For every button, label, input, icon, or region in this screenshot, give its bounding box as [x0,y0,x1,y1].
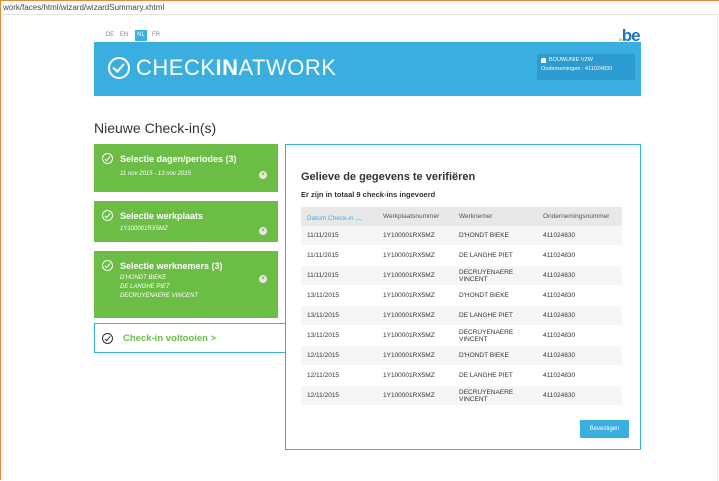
step-detail: 11 nov 2015 - 13 nov 2015 [120,171,191,177]
window-edge [717,15,718,481]
column-header-workplace[interactable]: Werkplaatsnummer [377,207,453,226]
step-employees[interactable]: Selectie werknemers (3) D'HONDT BIEKE DE… [94,251,278,318]
remove-icon[interactable]: × [259,171,267,179]
cell-employee: DE LANGHE PIET [453,245,537,266]
cell-date: 13/11/2015 [301,285,377,306]
cell-employee: DE LANGHE PIET [453,365,537,386]
user-name: BOUWUNIE VZW [549,57,593,63]
cell-workplace: 1Y100001RX5MZ [377,305,453,326]
checkin-table: Datum Check-in ︿ Werkplaatsnummer Werkne… [301,207,622,406]
table-row: 13/11/2015 1Y100001RX5MZ DECRUYENAERE VINC… [301,325,622,346]
lang-fr[interactable]: FR [151,30,161,41]
cell-workplace: 1Y100001RX5MZ [377,385,453,406]
remove-icon[interactable]: × [259,227,267,235]
column-header-date[interactable]: Datum Check-in ︿ [301,207,377,226]
column-header-employee[interactable]: Werknemer [453,207,537,226]
step-detail: D'HONDT BIEKE [120,275,167,281]
table-row: 12/11/2015 1Y100001RX5MZ D'HONDT BIEKE 4110… [301,345,622,366]
cell-employee: D'HONDT BIEKE [453,226,537,246]
cell-date: 12/11/2015 [301,385,377,406]
step-title: Selectie werkplaats [120,211,204,221]
cell-date: 12/11/2015 [301,365,377,386]
sort-icon: ︿ [355,214,362,222]
table-row: 12/11/2015 1Y100001RX5MZ DE LANGHE PIET 411… [301,365,622,386]
step-days[interactable]: Selectie dagen/periodes (3) 11 nov 2015 … [94,144,278,192]
table-row: 11/11/2015 1Y100001RX5MZ DE LANGHE PIET 411… [301,245,622,266]
cell-company: 411024830 [537,325,622,346]
step-complete-checkin[interactable]: Check-in voltooien > [94,323,286,353]
cell-date: 13/11/2015 [301,305,377,326]
cell-company: 411024830 [537,226,622,246]
user-box[interactable]: BOUWUNIE VZW Ondernemingen : 411024830 [537,54,635,80]
company-number: Ondernemingen : 411024830 [541,66,613,72]
cell-company: 411024830 [537,385,622,406]
table-row: 11/11/2015 1Y100001RX5MZ D'HONDT BIEKE 4110… [301,226,622,246]
step-detail: DECRUYENAERE VINCENT [120,293,199,299]
column-header-company[interactable]: Ondernemingsnummer [537,207,622,226]
cell-employee: DECRUYENAERE VINCENT [453,325,537,346]
cell-workplace: 1Y100001RX5MZ [377,226,453,246]
summary-heading: Gelieve de gegevens te verifiëren [301,171,476,183]
cell-company: 411024830 [537,305,622,326]
page-title: Nieuwe Check-in(s) [94,120,217,136]
step-title: Check-in voltooien > [123,333,217,344]
checkinatwork-logo[interactable]: CHECK IN AT WORK [108,51,336,85]
cell-company: 411024830 [537,245,622,266]
check-circle-icon [108,57,130,79]
cell-date: 11/11/2015 [301,245,377,266]
step-workplace[interactable]: Selectie werkplaats 1Y100001RX5MZ × [94,201,278,242]
cell-date: 12/11/2015 [301,345,377,366]
cell-company: 411024830 [537,285,622,306]
check-circle-icon [102,210,113,221]
step-title: Selectie dagen/periodes (3) [120,154,237,164]
table-row: 12/11/2015 1Y100001RX5MZ DECRUYENAERE VINC… [301,385,622,406]
cell-company: 411024830 [537,265,622,286]
check-circle-icon [102,260,113,271]
cell-workplace: 1Y100001RX5MZ [377,345,453,366]
cell-date: 11/11/2015 [301,265,377,286]
lang-de[interactable]: DE [105,30,115,41]
user-icon [541,58,546,63]
address-bar[interactable]: work/faces/html/wizard/wizardSummary.xht… [1,1,719,15]
cell-date: 11/11/2015 [301,226,377,246]
cell-employee: D'HONDT BIEKE [453,345,537,366]
cell-employee: D'HONDT BIEKE [453,285,537,306]
header-banner: CHECK IN AT WORK BOUWUNIE VZW Ondernemingen… [94,42,641,96]
summary-count: Er zijn in totaal 9 check-ins ingevoerd [301,190,436,199]
check-circle-icon [102,333,113,344]
cell-workplace: 1Y100001RX5MZ [377,265,453,286]
step-detail: DE LANGHE PIET [120,284,170,290]
cell-date: 13/11/2015 [301,325,377,346]
lang-en[interactable]: EN [119,30,129,41]
step-detail: 1Y100001RX5MZ [120,226,168,232]
cell-workplace: 1Y100001RX5MZ [377,325,453,346]
cell-workplace: 1Y100001RX5MZ [377,285,453,306]
step-title: Selectie werknemers (3) [120,261,223,271]
cell-workplace: 1Y100001RX5MZ [377,245,453,266]
cell-employee: DECRUYENAERE VINCENT [453,385,537,406]
summary-panel: Gelieve de gegevens te verifiëren Er zij… [285,144,641,450]
cell-company: 411024830 [537,345,622,366]
cell-employee: DE LANGHE PIET [453,305,537,326]
remove-icon[interactable]: × [259,275,267,283]
table-row: 13/11/2015 1Y100001RX5MZ DE LANGHE PIET 411… [301,305,622,326]
cell-workplace: 1Y100001RX5MZ [377,365,453,386]
table-row: 13/11/2015 1Y100001RX5MZ D'HONDT BIEKE 4110… [301,285,622,306]
confirm-button[interactable]: Bevestigen [580,420,629,438]
lang-nl[interactable]: NL [135,30,147,41]
table-row: 11/11/2015 1Y100001RX5MZ DECRUYENAERE VINC… [301,265,622,286]
table-body: 11/11/2015 1Y100001RX5MZ D'HONDT BIEKE 4110… [301,226,622,406]
cell-company: 411024830 [537,365,622,386]
check-circle-icon [102,153,113,164]
cell-employee: DECRUYENAERE VINCENT [453,265,537,286]
